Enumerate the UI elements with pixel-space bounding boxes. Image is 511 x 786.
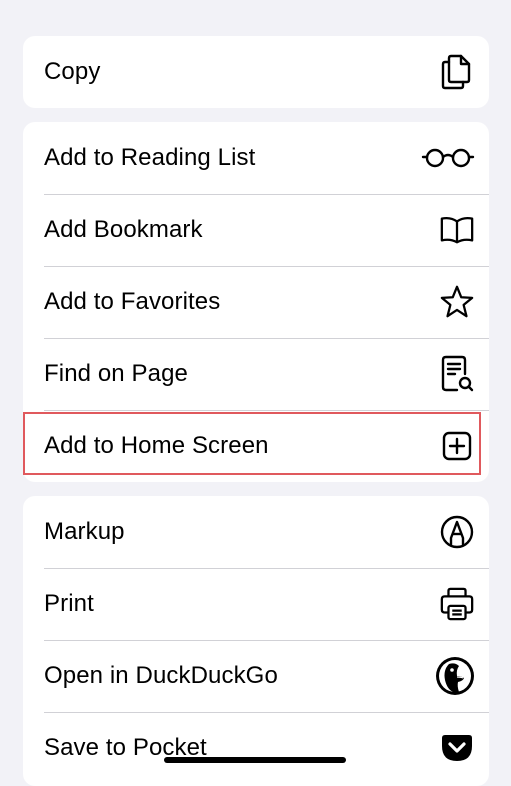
find-on-page-label: Find on Page [44,360,188,387]
copy-label: Copy [44,58,101,85]
add-bookmark-action[interactable]: Add Bookmark [23,194,489,266]
print-action[interactable]: Print [23,568,489,640]
find-document-icon [439,355,475,392]
markup-label: Markup [44,518,125,545]
glasses-icon [421,140,475,176]
printer-icon [439,586,475,622]
add-to-reading-list-label: Add to Reading List [44,144,256,171]
add-to-favorites-label: Add to Favorites [44,288,221,315]
action-group-apps: Markup Print Open in DuckDuckGo Save to … [23,496,489,786]
save-to-pocket-action[interactable]: Save to Pocket [23,712,489,784]
print-label: Print [44,590,94,617]
action-group-page: Add to Reading List Add Bookmark Add to … [23,122,489,482]
markup-pen-icon [439,514,475,550]
markup-action[interactable]: Markup [23,496,489,568]
open-in-duckduckgo-action[interactable]: Open in DuckDuckGo [23,640,489,712]
add-to-home-screen-action[interactable]: Add to Home Screen [23,410,489,482]
add-to-home-screen-label: Add to Home Screen [44,432,269,459]
action-group-copy: Copy [23,36,489,108]
copy-icon [439,54,475,90]
open-in-duckduckgo-label: Open in DuckDuckGo [44,662,278,689]
plus-square-icon [439,428,475,464]
pocket-icon [439,730,475,766]
copy-action[interactable]: Copy [23,36,489,108]
star-icon [439,284,475,320]
find-on-page-action[interactable]: Find on Page [23,338,489,410]
add-to-favorites-action[interactable]: Add to Favorites [23,266,489,338]
duckduckgo-icon [435,656,475,696]
add-to-reading-list-action[interactable]: Add to Reading List [23,122,489,194]
add-bookmark-label: Add Bookmark [44,216,203,243]
home-indicator[interactable] [164,757,346,763]
book-icon [439,212,475,248]
